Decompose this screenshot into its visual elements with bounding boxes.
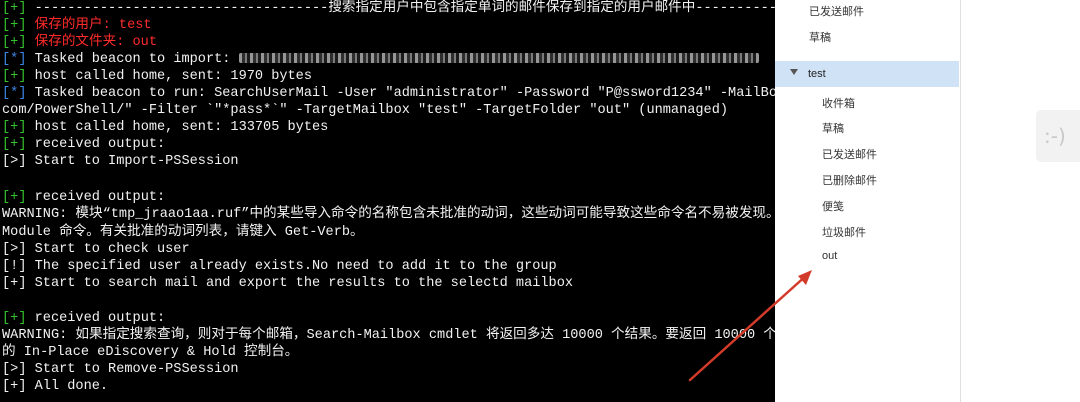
terminal-line: [>] Start to Remove-PSSession bbox=[2, 361, 239, 378]
terminal-line: 的 In-Place eDiscovery & Hold 控制台。 bbox=[2, 344, 298, 361]
terminal-window[interactable]: [+] ------------------------------------… bbox=[0, 0, 775, 402]
folder-drafts[interactable]: 草稿 bbox=[809, 29, 831, 45]
folder-out[interactable]: out bbox=[822, 250, 837, 262]
account-label[interactable]: test bbox=[808, 68, 826, 80]
terminal-line: [*] Tasked beacon to run: SearchUserMail… bbox=[2, 85, 775, 102]
line-text: 保存的用户: test bbox=[26, 18, 152, 33]
line-text: [>] Start to Remove-PSSession bbox=[2, 362, 239, 377]
line-text: received output: bbox=[26, 311, 166, 326]
line-prefix: [+] bbox=[2, 1, 27, 16]
line-prefix: [+] bbox=[2, 35, 27, 50]
terminal-line: [+] received output: bbox=[2, 310, 165, 327]
redacted-path bbox=[238, 53, 759, 64]
folder-sent[interactable]: 已发送邮件 bbox=[809, 3, 864, 19]
terminal-line: [*] Tasked beacon to import: bbox=[2, 51, 759, 68]
terminal-line: [>] Start to Import-PSSession bbox=[2, 153, 239, 170]
folder-drafts-sub[interactable]: 草稿 bbox=[822, 120, 844, 136]
line-prefix: [*] bbox=[2, 52, 27, 67]
line-text: host called home, sent: 133705 bytes bbox=[26, 120, 329, 135]
line-text: WARNING: 如果指定搜索查询，则对于每个邮箱，Search-Mailbox… bbox=[2, 328, 775, 343]
terminal-line: [+] received output: bbox=[2, 189, 165, 206]
terminal-line: [!] The specified user already exists.No… bbox=[2, 258, 557, 275]
line-text: 保存的文件夹: out bbox=[26, 35, 157, 50]
account-row-test[interactable] bbox=[775, 61, 959, 87]
line-text: [>] Start to Import-PSSession bbox=[2, 154, 239, 169]
terminal-line: [+] 保存的用户: test bbox=[2, 17, 152, 34]
line-prefix: [+] bbox=[2, 190, 27, 205]
line-prefix: [+] bbox=[2, 18, 27, 33]
line-prefix: [+] bbox=[2, 311, 27, 326]
terminal-line: [+] host called home, sent: 133705 bytes bbox=[2, 119, 328, 136]
line-text: Module 命令。有关批准的动词列表，请键入 Get-Verb。 bbox=[2, 225, 364, 240]
line-text: com/PowerShell/" -Filter `"*pass*`" -Tar… bbox=[2, 103, 729, 118]
folder-junk[interactable]: 垃圾邮件 bbox=[822, 224, 866, 240]
line-text: ------------------------------------搜索指定… bbox=[26, 1, 775, 16]
line-prefix: [+] bbox=[2, 137, 27, 152]
line-text: received output: bbox=[26, 190, 166, 205]
line-text: Tasked beacon to run: SearchUserMail -Us… bbox=[26, 86, 775, 101]
line-text: Tasked beacon to import: bbox=[26, 52, 239, 67]
terminal-line: [+] 保存的文件夹: out bbox=[2, 34, 157, 51]
terminal-line: [+] Start to search mail and export the … bbox=[2, 275, 573, 292]
line-text: [+] All done. bbox=[2, 379, 109, 394]
line-text: [!] The specified user already exists.No… bbox=[2, 259, 557, 274]
terminal-line: [+] received output: bbox=[2, 136, 165, 153]
terminal-line: [+] All done. bbox=[2, 378, 108, 395]
line-text: host called home, sent: 1970 bytes bbox=[26, 69, 312, 84]
terminal-line: [>] Start to check user bbox=[2, 241, 190, 258]
folder-deleted[interactable]: 已删除邮件 bbox=[822, 172, 877, 188]
line-prefix: [+] bbox=[2, 69, 27, 84]
line-text: [+] Start to search mail and export the … bbox=[2, 276, 574, 291]
terminal-line: com/PowerShell/" -Filter `"*pass*`" -Tar… bbox=[2, 102, 728, 119]
line-text: WARNING: 模块“tmp_jraao1aa.ruf”中的某些导入命令的名称… bbox=[2, 207, 775, 222]
terminal-line: [+] host called home, sent: 1970 bytes bbox=[2, 68, 312, 85]
right-blank-area bbox=[961, 0, 1080, 402]
folder-sent-sub[interactable]: 已发送邮件 bbox=[822, 146, 877, 162]
line-text: 的 In-Place eDiscovery & Hold 控制台。 bbox=[2, 345, 299, 360]
line-prefix: [*] bbox=[2, 86, 27, 101]
smiley-icon: :-) bbox=[1044, 124, 1066, 148]
folder-inbox[interactable]: 收件箱 bbox=[822, 95, 855, 111]
terminal-line: Module 命令。有关批准的动词列表，请键入 Get-Verb。 bbox=[2, 224, 364, 241]
terminal-line: WARNING: 如果指定搜索查询，则对于每个邮箱，Search-Mailbox… bbox=[2, 327, 775, 344]
line-prefix: [+] bbox=[2, 120, 27, 135]
terminal-line: WARNING: 模块“tmp_jraao1aa.ruf”中的某些导入命令的名称… bbox=[2, 206, 775, 223]
terminal-line: [+] ------------------------------------… bbox=[2, 0, 775, 17]
expand-arrow-icon[interactable] bbox=[790, 69, 798, 75]
line-text: [>] Start to check user bbox=[2, 242, 190, 257]
folder-notes[interactable]: 便笺 bbox=[822, 198, 844, 214]
line-text: received output: bbox=[26, 137, 166, 152]
